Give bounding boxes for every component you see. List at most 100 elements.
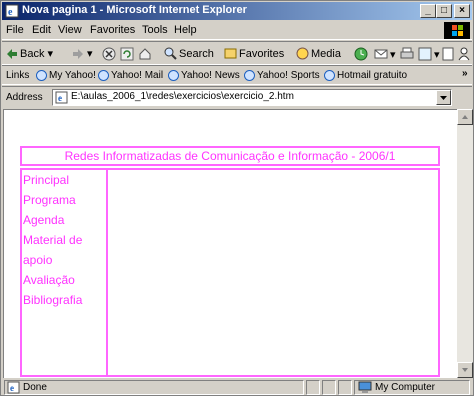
mail-button[interactable]: ▾ — [374, 47, 396, 61]
link-yahoo-news[interactable]: Yahoo! News — [168, 70, 240, 81]
standard-toolbar: Back ▾ ▾ Search Favorites Media ▾ ▾ — [2, 41, 472, 65]
media-button[interactable]: Media — [296, 47, 341, 60]
mail-icon — [374, 49, 388, 59]
svg-text:e: e — [10, 383, 14, 393]
svg-text:e: e — [58, 93, 62, 103]
close-button[interactable]: × — [454, 4, 470, 18]
history-icon — [354, 47, 368, 61]
back-button[interactable]: Back ▾ — [6, 47, 53, 60]
page-viewport: Redes Informatizadas de Comunicação e In… — [3, 109, 457, 378]
media-icon — [296, 47, 309, 60]
home-icon — [139, 48, 151, 60]
svg-text:e: e — [8, 7, 13, 18]
nav-link-principal[interactable]: Principal — [22, 170, 106, 190]
history-button[interactable] — [354, 47, 370, 61]
nav-link-material-de-apoio[interactable]: Material de apoio — [22, 230, 106, 270]
back-arrow-icon — [7, 48, 17, 59]
menu-tools[interactable]: Tools — [142, 24, 168, 36]
arrow-down-icon — [462, 368, 468, 372]
forward-arrow-icon — [73, 48, 83, 59]
ie-link-icon — [168, 70, 179, 81]
page-icon: e — [55, 91, 68, 104]
search-button[interactable]: Search — [164, 47, 214, 60]
address-input[interactable]: e E:\aulas_2006_1\redes\exercicios\exerc… — [52, 89, 452, 106]
menu-file[interactable]: File — [6, 24, 24, 36]
address-dropdown-button[interactable] — [436, 90, 451, 105]
vertical-scrollbar[interactable] — [457, 109, 473, 378]
edit-icon — [418, 47, 432, 61]
messenger-button[interactable] — [458, 47, 472, 61]
link-yahoo-sports[interactable]: Yahoo! Sports — [244, 70, 320, 81]
status-text-panel: e Done — [4, 380, 304, 395]
print-icon — [400, 47, 414, 59]
menu-view[interactable]: View — [58, 24, 82, 36]
status-bar: e Done My Computer — [2, 379, 472, 396]
stop-button[interactable] — [102, 47, 118, 61]
nav-link-programa[interactable]: Programa — [22, 190, 106, 210]
link-hotmail[interactable]: Hotmail gratuito — [324, 70, 407, 81]
home-button[interactable] — [138, 47, 154, 61]
status-panel-blank — [322, 380, 336, 395]
menu-help[interactable]: Help — [174, 24, 197, 36]
edit-dropdown-icon[interactable]: ▾ — [434, 48, 440, 61]
discuss-icon — [442, 47, 454, 61]
windows-logo-icon — [444, 22, 470, 39]
favorites-label: Favorites — [239, 47, 285, 60]
security-zone-text: My Computer — [375, 382, 436, 393]
link-label: Hotmail gratuito — [337, 70, 408, 81]
status-panel-blank — [338, 380, 352, 395]
print-button[interactable] — [400, 47, 416, 61]
status-text: Done — [23, 382, 47, 393]
minimize-button[interactable]: _ — [420, 4, 436, 18]
messenger-icon — [458, 47, 470, 61]
link-label: Yahoo! News — [181, 70, 240, 81]
link-yahoo-mail[interactable]: Yahoo! Mail — [98, 70, 163, 81]
ie-link-icon — [324, 70, 335, 81]
link-label: Yahoo! Mail — [111, 70, 164, 81]
ie-link-icon — [36, 70, 47, 81]
mail-dropdown-icon[interactable]: ▾ — [390, 48, 396, 61]
nav-link-avaliacao[interactable]: Avaliação — [22, 270, 106, 290]
nav-link-agenda[interactable]: Agenda — [22, 210, 106, 230]
links-label: Links — [6, 70, 30, 81]
menu-bar: File Edit View Favorites Tools Help — [2, 21, 472, 40]
page-header: Redes Informatizadas de Comunicação e In… — [20, 146, 440, 166]
page-nav: Principal Programa Agenda Material de ap… — [22, 170, 108, 375]
menu-edit[interactable]: Edit — [32, 24, 51, 36]
address-value: E:\aulas_2006_1\redes\exercicios\exercic… — [71, 91, 294, 102]
refresh-button[interactable] — [120, 47, 136, 61]
favorites-button[interactable]: Favorites — [224, 47, 284, 60]
address-label: Address — [6, 92, 43, 103]
nav-link-bibliografia[interactable]: Bibliografia — [22, 290, 106, 310]
forward-button[interactable]: ▾ — [72, 47, 93, 60]
links-more-chevron-icon[interactable]: » — [462, 68, 468, 79]
search-label: Search — [179, 47, 214, 60]
browser-window: e Nova pagina 1 - Microsoft Internet Exp… — [0, 0, 474, 396]
arrow-up-icon — [462, 115, 468, 119]
discuss-button[interactable] — [442, 47, 456, 61]
maximize-button[interactable]: □ — [436, 4, 452, 18]
media-label: Media — [311, 47, 341, 60]
ie-page-icon: e — [5, 4, 19, 18]
status-panel-blank — [306, 380, 320, 395]
security-zone-panel: My Computer — [354, 380, 470, 395]
window-title: Nova pagina 1 - Microsoft Internet Explo… — [22, 4, 247, 16]
link-my-yahoo[interactable]: My Yahoo! — [36, 70, 96, 81]
edit-button[interactable]: ▾ — [418, 47, 440, 61]
back-label: Back — [20, 47, 45, 60]
scroll-up-button[interactable] — [457, 109, 473, 125]
link-label: My Yahoo! — [49, 70, 96, 81]
link-label: Yahoo! Sports — [257, 70, 320, 81]
scroll-down-button[interactable] — [457, 362, 473, 378]
page-layout-frame: Principal Programa Agenda Material de ap… — [20, 168, 440, 377]
title-bar[interactable]: e Nova pagina 1 - Microsoft Internet Exp… — [2, 2, 472, 20]
stop-icon — [102, 47, 116, 61]
refresh-icon — [120, 47, 134, 61]
back-dropdown-icon[interactable]: ▾ — [47, 47, 53, 60]
chevron-down-icon — [440, 96, 447, 100]
page-done-icon: e — [7, 381, 20, 394]
search-icon — [164, 47, 177, 60]
menu-favorites[interactable]: Favorites — [90, 24, 135, 36]
forward-dropdown-icon[interactable]: ▾ — [87, 47, 93, 60]
ie-link-icon — [244, 70, 255, 81]
